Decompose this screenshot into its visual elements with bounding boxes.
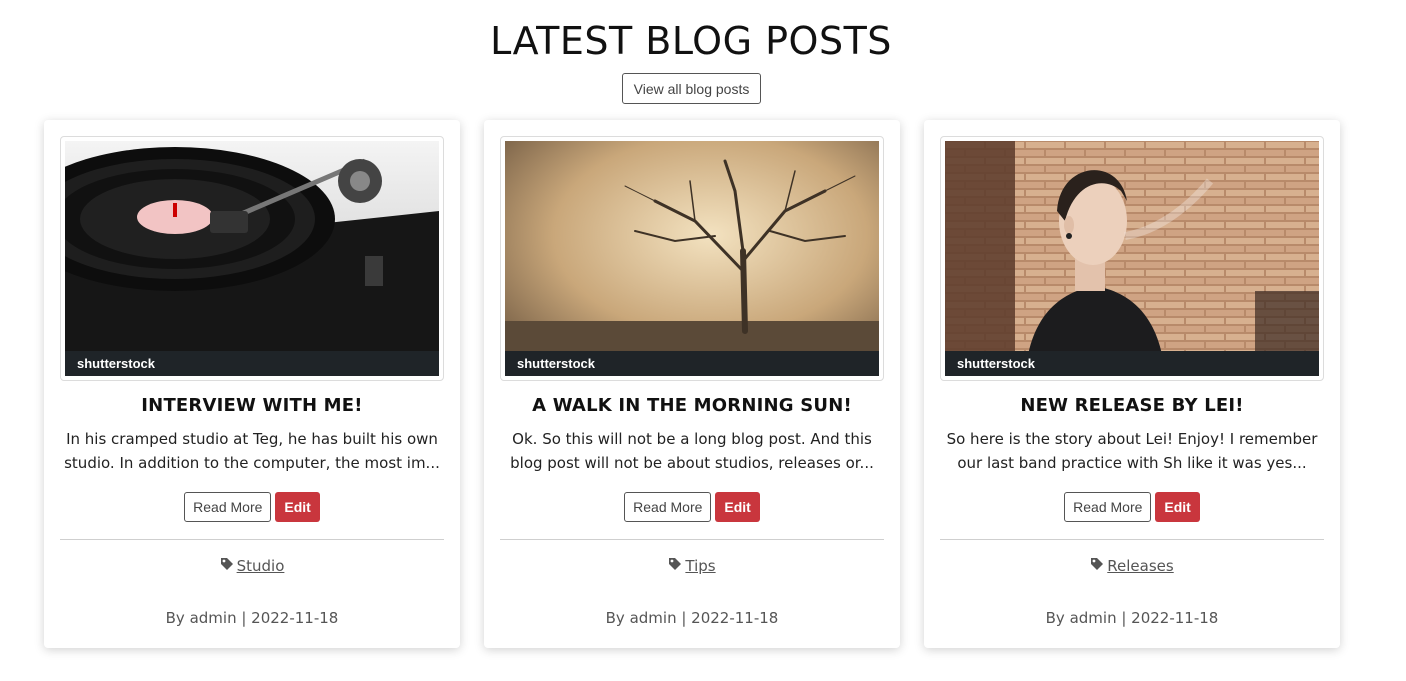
post-byline: By admin | 2022-11-18 — [165, 609, 339, 627]
watermark-bar: shutterstock — [505, 351, 879, 376]
post-excerpt: So here is the story about Lei! Enjoy! I… — [946, 430, 1318, 472]
watermark-bar: shutterstock — [945, 351, 1319, 376]
edit-button[interactable]: Edit — [715, 492, 760, 522]
edit-button[interactable]: Edit — [1155, 492, 1200, 522]
post-title: A WALK IN THE MORNING SUN! — [532, 395, 852, 416]
read-more-button[interactable]: Read More — [624, 492, 712, 522]
misty-tree-image: shutterstock — [505, 141, 879, 376]
read-more-button[interactable]: Read More — [184, 492, 272, 522]
post-byline: By admin | 2022-11-18 — [1045, 609, 1219, 627]
post-image-frame[interactable]: shutterstock — [500, 136, 884, 381]
tag-icon — [220, 557, 234, 575]
post-image-frame[interactable]: shutterstock — [60, 136, 444, 381]
post-excerpt: Ok. So this will not be a long blog post… — [510, 430, 874, 472]
category-tag-link[interactable]: Releases — [1107, 557, 1173, 575]
post-title: INTERVIEW WITH ME! — [141, 395, 363, 416]
divider — [500, 539, 884, 540]
blog-post-card: shutterstock A WALK IN THE MORNING SUN! … — [484, 120, 900, 648]
post-byline: By admin | 2022-11-18 — [605, 609, 779, 627]
page-title: LATEST BLOG POSTS — [490, 19, 892, 63]
watermark-logo: shutterstock — [517, 356, 596, 371]
portrait-image: shutterstock — [945, 141, 1319, 376]
view-all-posts-button[interactable]: View all blog posts — [622, 73, 761, 104]
read-more-button[interactable]: Read More — [1064, 492, 1152, 522]
divider — [940, 539, 1324, 540]
tag-icon — [668, 557, 682, 575]
blog-post-card: shutterstock INTERVIEW WITH ME! In his c… — [44, 120, 460, 648]
post-excerpt: In his cramped studio at Teg, he has bui… — [64, 430, 440, 472]
divider — [60, 539, 444, 540]
blog-post-card: shutterstock NEW RELEASE BY LEI! So here… — [924, 120, 1340, 648]
post-image-frame[interactable]: shutterstock — [940, 136, 1324, 381]
category-tag-link[interactable]: Studio — [237, 557, 285, 575]
edit-button[interactable]: Edit — [275, 492, 320, 522]
watermark-logo: shutterstock — [77, 356, 156, 371]
turntable-image: shutterstock — [65, 141, 439, 376]
watermark-logo: shutterstock — [957, 356, 1036, 371]
watermark-bar: shutterstock — [65, 351, 439, 376]
category-tag-link[interactable]: Tips — [685, 557, 715, 575]
post-title: NEW RELEASE BY LEI! — [1020, 395, 1244, 416]
tag-icon — [1090, 557, 1104, 575]
